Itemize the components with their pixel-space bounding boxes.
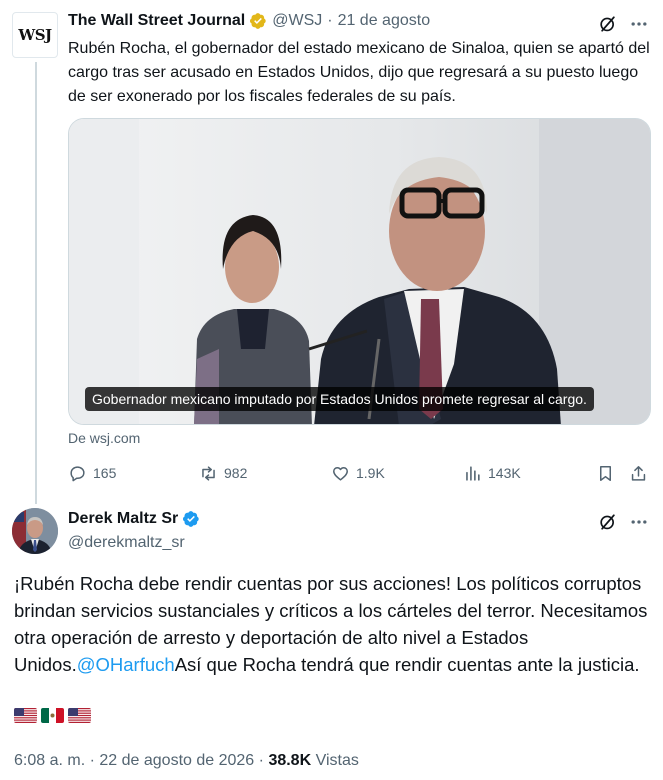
like-count: 1.9K — [356, 465, 385, 481]
tweet-text: ¡Rubén Rocha debe rendir cuentas por sus… — [14, 570, 654, 678]
link-source-domain[interactable]: De wsj.com — [68, 430, 140, 446]
verified-org-gold-badge-icon — [250, 13, 266, 29]
share-icon — [631, 465, 646, 481]
parent-tweet-date[interactable]: 21 de agosto — [338, 12, 431, 30]
tweet-text-part-2: Así que Rocha tendrá que rendir cuentas … — [174, 654, 640, 675]
views-label: Vistas — [315, 752, 359, 769]
reply-count: 165 — [93, 465, 117, 481]
bookmark-icon — [599, 465, 612, 481]
repost-button[interactable]: 982 — [199, 460, 247, 486]
grok-icon[interactable] — [598, 512, 618, 532]
bookmark-button[interactable] — [596, 460, 615, 486]
tweet-date[interactable]: 22 de agosto de 2026 — [99, 752, 254, 769]
views-button[interactable]: 143K — [463, 460, 521, 486]
meta-separator: · — [89, 752, 95, 769]
parent-tweet: WSJ The Wall Street Journal @WSJ · 21 de… — [0, 0, 663, 500]
link-preview-card[interactable]: Gobernador mexicano imputado por Estados… — [68, 118, 651, 425]
mx-flag-icon — [41, 708, 64, 723]
reply-icon — [70, 465, 85, 481]
reply-button[interactable]: 165 — [68, 460, 116, 486]
author-name-row: Derek Maltz Sr — [68, 510, 200, 528]
verified-blue-badge-icon — [183, 511, 199, 527]
author-name[interactable]: Derek Maltz Sr — [68, 510, 178, 528]
parent-tweet-text: Rubén Rocha, el gobernador del estado me… — [68, 40, 650, 105]
views-count: 143K — [488, 465, 521, 481]
tweet-time[interactable]: 6:08 a. m. — [14, 752, 85, 769]
like-button[interactable]: 1.9K — [331, 460, 385, 486]
profile-photo — [12, 508, 58, 554]
news-photo — [69, 119, 650, 424]
grok-icon[interactable] — [598, 14, 618, 34]
repost-icon — [202, 465, 215, 481]
wsj-avatar[interactable]: WSJ — [12, 12, 58, 58]
us-flag-icon — [68, 708, 91, 723]
tweet-metadata: 6:08 a. m. · 22 de agosto de 2026 · 38.8… — [14, 752, 359, 770]
heart-icon — [333, 466, 348, 481]
meta-separator: · — [258, 752, 264, 769]
avatar[interactable] — [12, 508, 58, 554]
repost-count: 982 — [224, 465, 248, 481]
flag-emojis — [14, 708, 91, 723]
media-caption: Gobernador mexicano imputado por Estados… — [85, 387, 594, 411]
parent-tweet-actions: 165 982 1.9K 143K — [68, 460, 652, 486]
us-flag-icon — [14, 708, 37, 723]
author-handle[interactable]: @derekmaltz_sr — [68, 534, 185, 552]
views-count: 38.8K — [268, 752, 312, 769]
parent-tweet-header: The Wall Street Journal @WSJ · 21 de ago… — [68, 12, 430, 30]
mention-link[interactable]: @OHarfuch — [77, 654, 175, 675]
views-chart-icon — [466, 465, 480, 481]
share-button[interactable] — [629, 460, 648, 486]
more-options-icon[interactable] — [629, 14, 649, 34]
parent-author-handle[interactable]: @WSJ — [272, 12, 322, 30]
parent-author-name[interactable]: The Wall Street Journal — [68, 12, 245, 30]
header-separator: · — [327, 12, 333, 29]
more-options-icon[interactable] — [629, 512, 649, 532]
